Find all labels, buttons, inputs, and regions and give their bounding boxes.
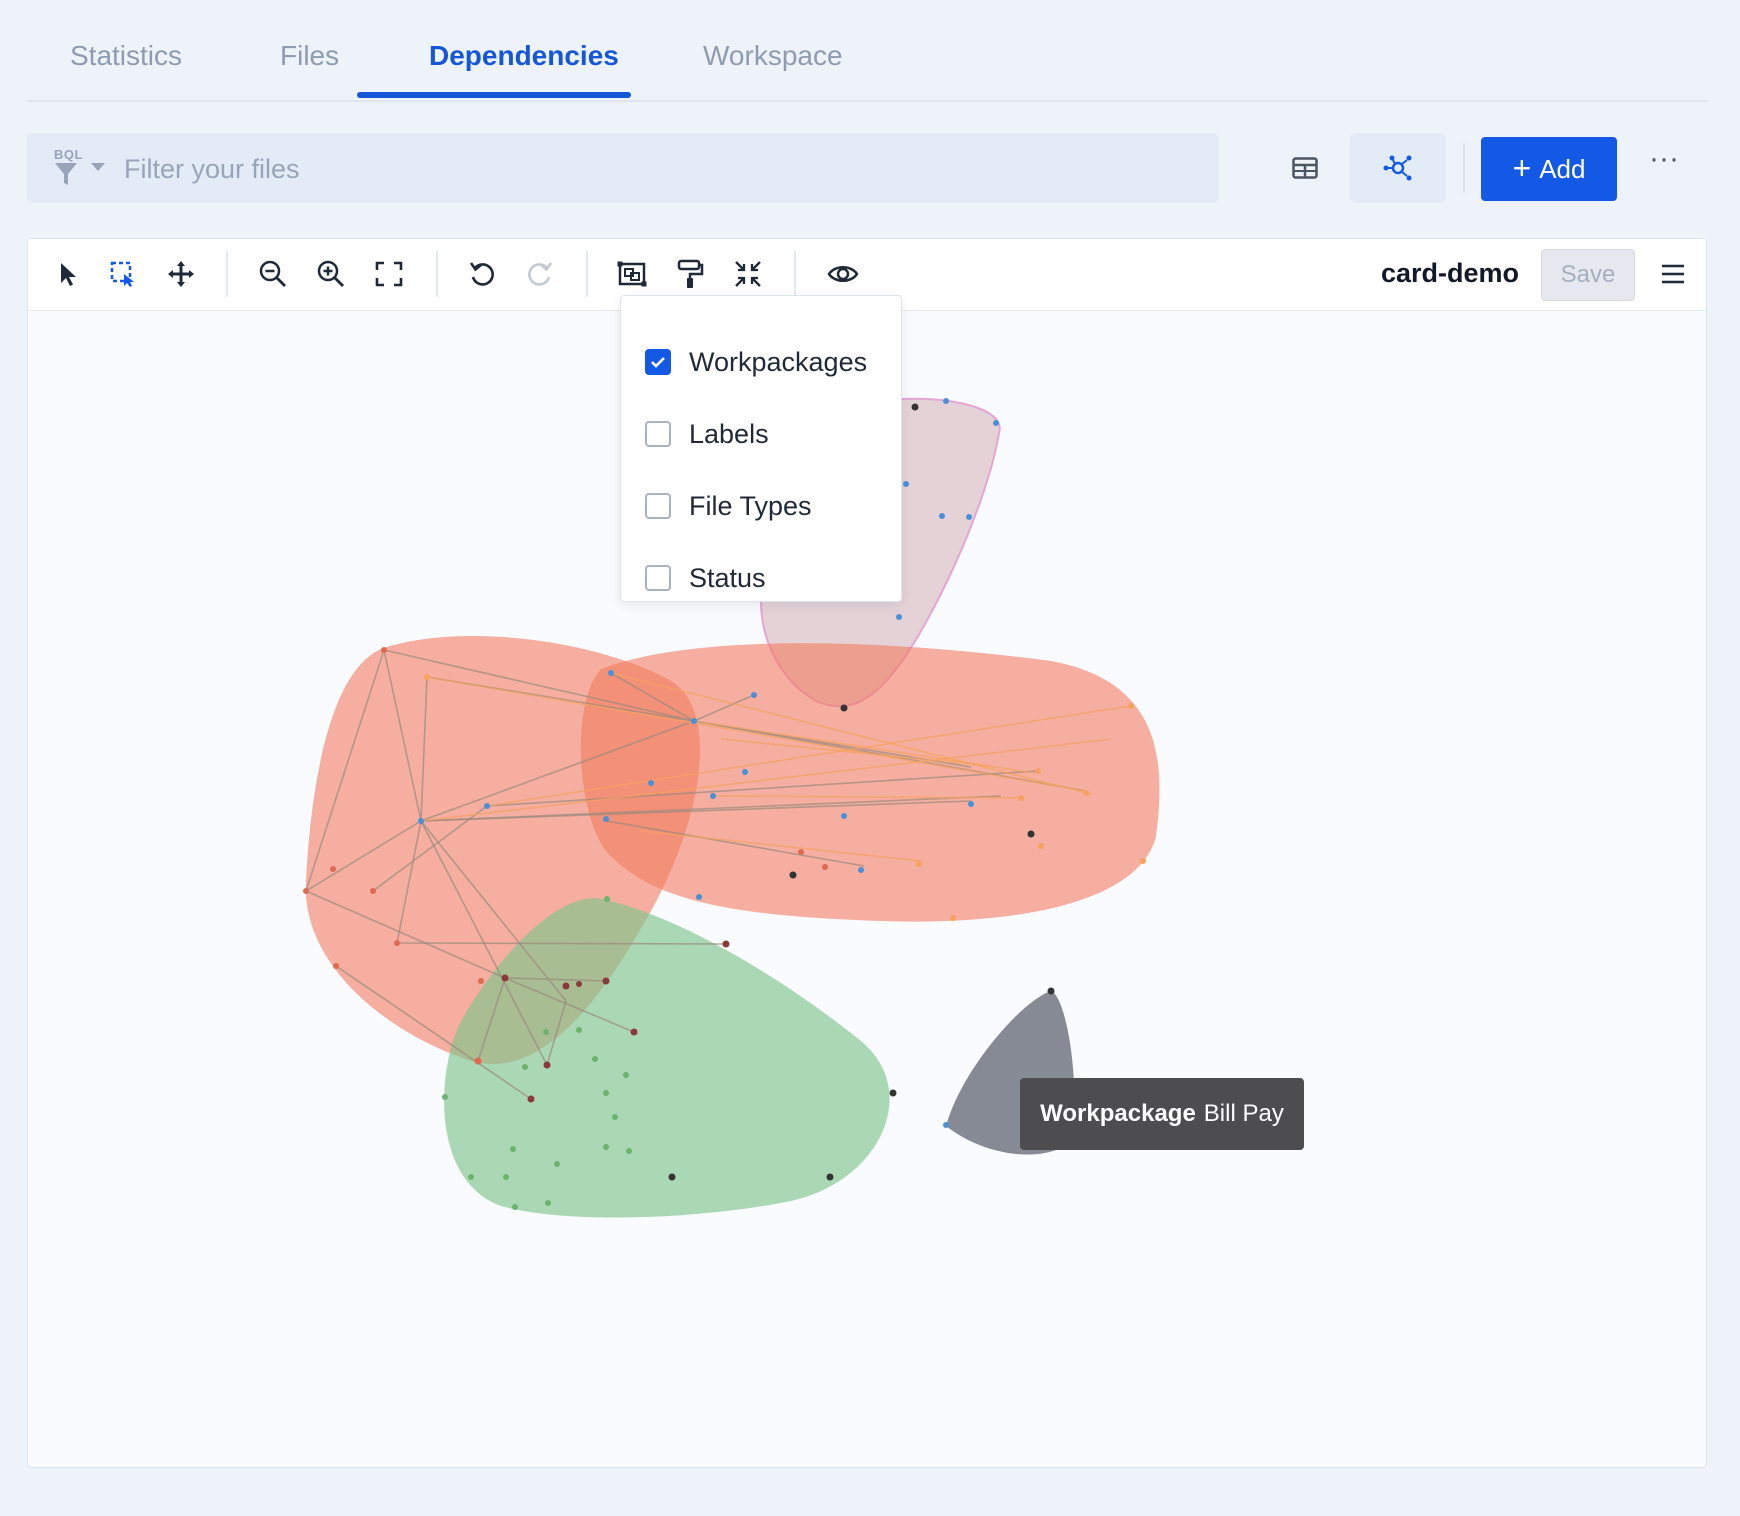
bql-label: BQL <box>54 147 83 162</box>
tab-workspace[interactable]: Workspace <box>703 40 843 72</box>
checkbox-workpackages[interactable] <box>645 349 671 375</box>
filter-input[interactable] <box>122 145 1176 193</box>
tab-files[interactable]: Files <box>280 40 339 72</box>
option-label: File Types <box>689 490 812 521</box>
funnel-icon <box>55 163 77 185</box>
fit-view-icon[interactable] <box>369 254 409 294</box>
option-workpackages[interactable]: Workpackages <box>645 342 867 382</box>
graph-view-button[interactable] <box>1350 133 1446 203</box>
active-tab-indicator <box>357 92 631 98</box>
hamburger-menu-icon[interactable] <box>1653 254 1693 294</box>
paint-roller-icon[interactable] <box>670 254 710 294</box>
save-button[interactable]: Save <box>1541 249 1635 301</box>
table-icon <box>1292 157 1318 179</box>
graph-name: card-demo <box>1381 258 1520 288</box>
workpackage-tooltip: Workpackage Bill Pay <box>1020 1078 1304 1150</box>
checkbox-status[interactable] <box>645 565 671 591</box>
toolbar-divider <box>794 251 796 297</box>
option-file-types[interactable]: File Types <box>645 486 812 526</box>
chevron-down-icon[interactable] <box>91 163 105 171</box>
plus-icon: + <box>1512 149 1532 186</box>
toolbar-divider <box>1463 143 1465 193</box>
zoom-out-icon[interactable] <box>253 254 293 294</box>
undo-icon[interactable] <box>462 254 502 294</box>
tooltip-name: Bill Pay <box>1203 1100 1284 1127</box>
toolbar-divider <box>586 251 588 297</box>
eye-icon[interactable] <box>823 254 863 294</box>
table-view-button[interactable] <box>1270 133 1340 203</box>
bql-filter-toggle[interactable]: BQL <box>51 147 91 189</box>
add-button[interactable]: + Add <box>1481 137 1617 201</box>
tab-statistics[interactable]: Statistics <box>70 40 182 72</box>
filter-bar: BQL <box>27 133 1219 203</box>
option-label: Status <box>689 562 766 593</box>
option-status[interactable]: Status <box>645 558 766 598</box>
add-button-label: Add <box>1539 153 1586 184</box>
redo-icon[interactable] <box>520 254 560 294</box>
graph-network-icon <box>1383 155 1412 181</box>
tooltip-kind: Workpackage <box>1040 1100 1196 1127</box>
more-options-button[interactable]: ··· <box>1642 144 1686 189</box>
toolbar-divider <box>226 251 228 297</box>
checkbox-file-types[interactable] <box>645 493 671 519</box>
collapse-icon[interactable] <box>728 254 768 294</box>
checkbox-labels[interactable] <box>645 421 671 447</box>
tab-bar: Statistics Files Dependencies Workspace <box>27 0 1707 102</box>
select-icon[interactable] <box>48 254 88 294</box>
pan-icon[interactable] <box>161 254 201 294</box>
box-select-icon[interactable] <box>103 254 143 294</box>
option-labels[interactable]: Labels <box>645 414 769 454</box>
zoom-in-icon[interactable] <box>311 254 351 294</box>
checkmark-icon <box>651 357 665 368</box>
group-icon[interactable] <box>612 254 652 294</box>
view-options-dropdown: Workpackages Labels File Types Status <box>620 295 902 602</box>
option-label: Workpackages <box>689 346 868 377</box>
toolbar-divider <box>436 251 438 297</box>
tab-dependencies[interactable]: Dependencies <box>429 40 619 72</box>
option-label: Labels <box>689 418 769 449</box>
